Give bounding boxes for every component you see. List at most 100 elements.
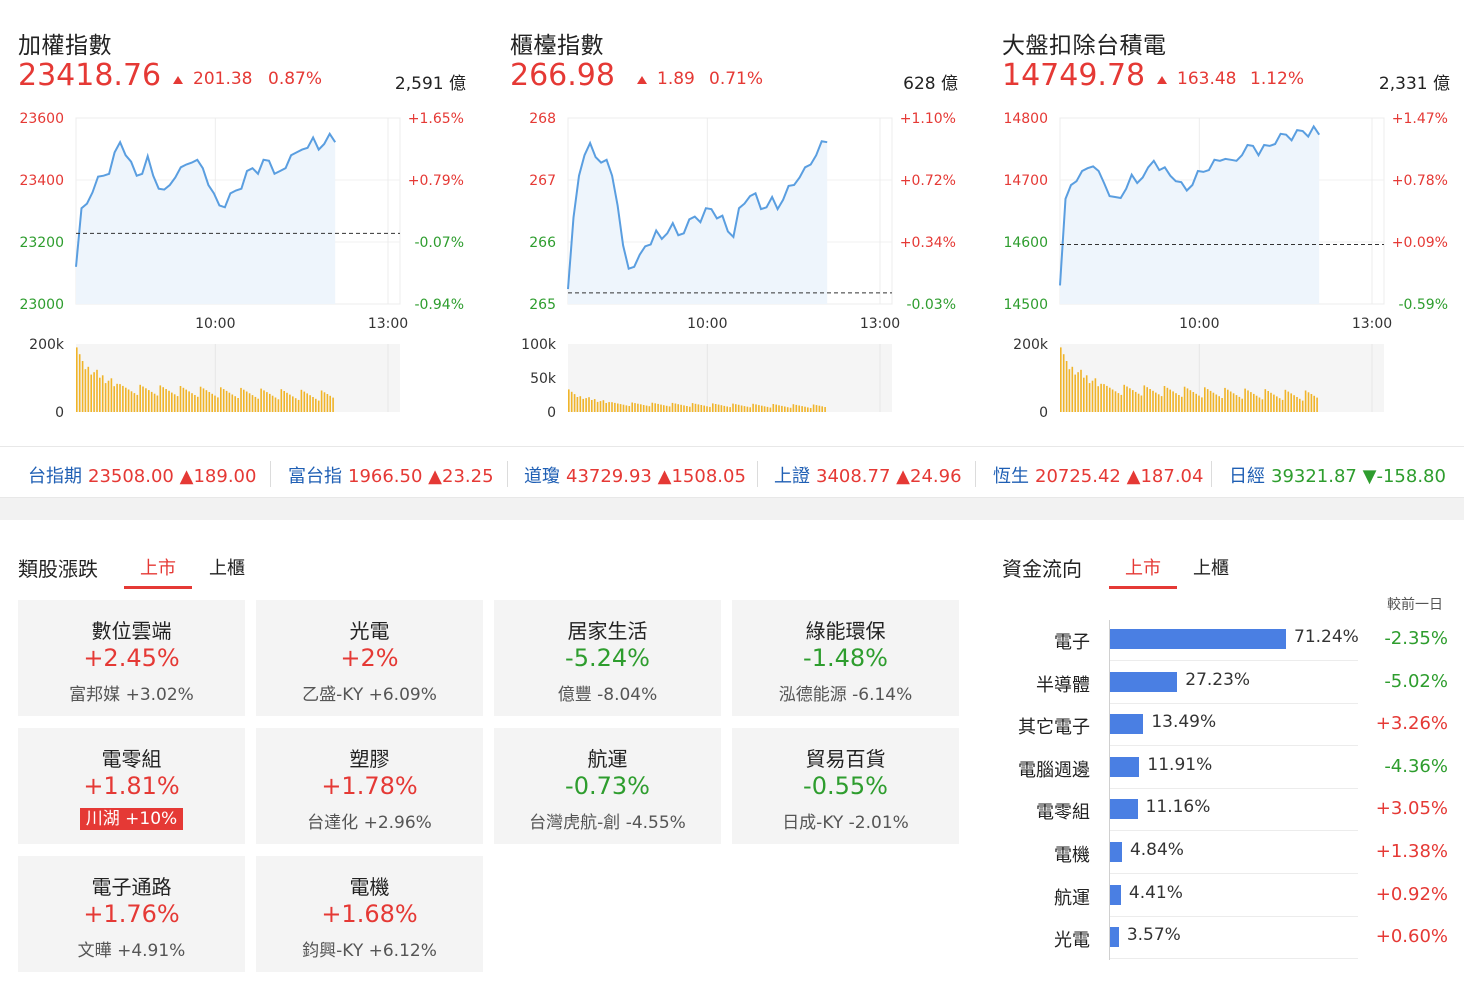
volume-bar xyxy=(1313,395,1315,412)
volume-bar xyxy=(697,404,700,412)
index-chart-ex-tsmc[interactable]: 14800 14700 14600 14500 +1.47% +0.78% +0.09% -0… xyxy=(1002,100,1462,420)
fund-flow-row[interactable]: 電子 71.24% -2.35% xyxy=(1000,620,1460,662)
fund-flow-row[interactable]: 電腦週邊 11.91% -4.36% xyxy=(1000,748,1460,790)
sector-leader[interactable]: 文曄 +4.91% xyxy=(18,936,245,961)
ticker-item-shanghai[interactable]: 上證 3408.77 ▲24.96 xyxy=(774,462,962,488)
volume-bar xyxy=(1250,392,1252,412)
volume-bar xyxy=(1195,393,1197,412)
index-chart-taiex[interactable]: 23600 23400 23200 23000 +1.65% +0.79% -0.07% -0… xyxy=(18,100,478,420)
volume-bar xyxy=(332,397,334,412)
volume-bar xyxy=(153,393,156,412)
sector-card[interactable]: 電子通路 +1.76% 文曄 +4.91% xyxy=(18,856,245,972)
sector-card[interactable]: 光電 +2% 乙盛-KY +6.09% xyxy=(256,600,483,716)
pct-axis-label: +1.65% xyxy=(408,111,464,127)
sector-card[interactable]: 居家生活 -5.24% 億豐 -8.04% xyxy=(494,600,721,716)
sector-leader[interactable]: 億豐 -8.04% xyxy=(494,680,721,705)
volume-bar xyxy=(605,403,607,412)
price-axis-label: 268 xyxy=(529,111,556,127)
sector-leader[interactable]: 富邦媒 +3.02% xyxy=(18,680,245,705)
sector-card[interactable]: 綠能環保 -1.48% 泓德能源 -6.14% xyxy=(732,600,959,716)
tab-fund-listed[interactable]: 上市 xyxy=(1109,554,1177,580)
volume-bar xyxy=(1247,390,1249,412)
volume-bar xyxy=(1109,387,1111,412)
sector-leader[interactable]: 台灣虎航-創 -4.55% xyxy=(494,808,721,833)
volume-bar xyxy=(1129,388,1131,412)
volume-bar xyxy=(1261,399,1264,412)
fund-flow-bar xyxy=(1110,842,1122,862)
volume-bar xyxy=(775,404,777,412)
sector-leader[interactable]: 川湖 +10% xyxy=(18,808,245,830)
ticker-item-dow[interactable]: 道瓊 43729.93 ▲1508.05 xyxy=(524,462,746,488)
volume-bar xyxy=(1235,395,1238,412)
sector-change: -0.55% xyxy=(803,772,888,800)
sector-leader[interactable]: 台達化 +2.96% xyxy=(256,808,483,833)
volume-bar xyxy=(703,405,705,412)
ticker-item-nikkei[interactable]: 日經 39321.87 ▼-158.80 xyxy=(1229,462,1446,488)
fund-flow-row[interactable]: 半導體 27.23% -5.02% xyxy=(1000,663,1460,705)
sector-leader[interactable]: 乙盛-KY +6.09% xyxy=(256,680,483,705)
fund-flow-row[interactable]: 其它電子 13.49% +3.26% xyxy=(1000,705,1460,747)
volume-bar xyxy=(150,391,153,412)
volume-bar xyxy=(148,390,150,412)
volume-bar xyxy=(743,406,746,412)
volume-bar xyxy=(1287,391,1290,412)
volume-bar xyxy=(1132,390,1134,412)
volume-bar xyxy=(1175,393,1177,412)
price-axis-label: 14500 xyxy=(1003,297,1048,313)
sector-leader[interactable]: 日成-KY -2.01% xyxy=(732,808,959,833)
volume-bar xyxy=(1155,392,1157,412)
volume-bar xyxy=(1094,378,1097,412)
volume-bar xyxy=(1290,393,1292,412)
volume-bar xyxy=(634,403,636,412)
volume-bar xyxy=(263,390,265,412)
time-axis-label: 13:00 xyxy=(860,316,900,332)
volume-bar xyxy=(323,392,326,412)
pct-axis-label: +1.10% xyxy=(900,111,956,127)
volume-bar xyxy=(1278,398,1281,412)
ticker-item-hangseng[interactable]: 恆生 20725.42 ▲187.04 xyxy=(993,462,1203,488)
sector-card[interactable]: 電零組 +1.81% 川湖 +10% xyxy=(18,728,245,844)
sector-leader[interactable]: 泓德能源 -6.14% xyxy=(732,680,959,705)
index-panel-otc[interactable]: 櫃檯指數 266.98 1.89 0.71% 628 億 268 267 266 26… xyxy=(510,0,970,440)
sector-card[interactable]: 電機 +1.68% 鈞興-KY +6.12% xyxy=(256,856,483,972)
sector-card[interactable]: 航運 -0.73% 台灣虎航-創 -4.55% xyxy=(494,728,721,844)
volume-bar xyxy=(686,406,688,412)
price-axis-label: 14600 xyxy=(1003,235,1048,251)
volume-axis-label: 0 xyxy=(55,405,64,420)
fund-flow-row[interactable]: 航運 4.41% +0.92% xyxy=(1000,876,1460,918)
sector-card[interactable]: 數位雲端 +2.45% 富邦媒 +3.02% xyxy=(18,600,245,716)
volume-bar xyxy=(585,398,587,412)
sector-name: 光電 xyxy=(349,619,390,643)
volume-bar xyxy=(1281,399,1284,412)
pct-axis-label: +0.79% xyxy=(408,173,464,189)
volume-bar xyxy=(706,406,708,412)
fund-flow-share: 11.16% xyxy=(1145,797,1211,818)
ticker-item-tx[interactable]: 台指期 23508.00 ▲189.00 xyxy=(28,462,256,488)
ticker-item-msci[interactable]: 富台指 1966.50 ▲23.25 xyxy=(288,462,494,488)
index-panel-ex-tsmc[interactable]: 大盤扣除台積電 14749.78 163.48 1.12% 2,331 億 14… xyxy=(1002,0,1462,440)
sector-card[interactable]: 貿易百貨 -0.55% 日成-KY -2.01% xyxy=(732,728,959,844)
fund-flow-label: 半導體 xyxy=(1036,674,1090,696)
pct-axis-label: -0.07% xyxy=(414,235,464,251)
price-axis-label: 23400 xyxy=(19,173,64,189)
fund-flow-row[interactable]: 電機 4.84% +1.38% xyxy=(1000,833,1460,875)
fund-flow-row[interactable]: 電零組 11.16% +3.05% xyxy=(1000,790,1460,832)
fund-flow-row[interactable]: 光電 3.57% +0.60% xyxy=(1000,918,1460,960)
time-axis-label: 13:00 xyxy=(368,316,408,332)
fund-flow-bar xyxy=(1110,927,1119,948)
tab-fund-otc[interactable]: 上櫃 xyxy=(1180,554,1242,580)
volume-bar xyxy=(1192,392,1195,412)
tab-sector-otc[interactable]: 上櫃 xyxy=(196,554,258,580)
volume-bar xyxy=(214,395,216,412)
sector-card[interactable]: 塑膠 +1.78% 台達化 +2.96% xyxy=(256,728,483,844)
volume-bar xyxy=(1074,374,1076,412)
tab-sector-listed[interactable]: 上市 xyxy=(124,554,192,580)
index-panel-taiex[interactable]: 加權指數 23418.76 201.38 0.87% 2,591 億 23600… xyxy=(18,0,478,440)
volume-bar xyxy=(168,390,170,412)
volume-bar xyxy=(116,383,118,412)
volume-bar xyxy=(122,385,124,412)
volume-bar xyxy=(1088,383,1091,412)
index-chart-otc[interactable]: 268 267 266 265 +1.10% +0.72% +0.34% -0.03% 10:0… xyxy=(510,100,970,420)
sector-leader[interactable]: 鈞興-KY +6.12% xyxy=(256,936,483,961)
volume-bar xyxy=(202,388,205,412)
